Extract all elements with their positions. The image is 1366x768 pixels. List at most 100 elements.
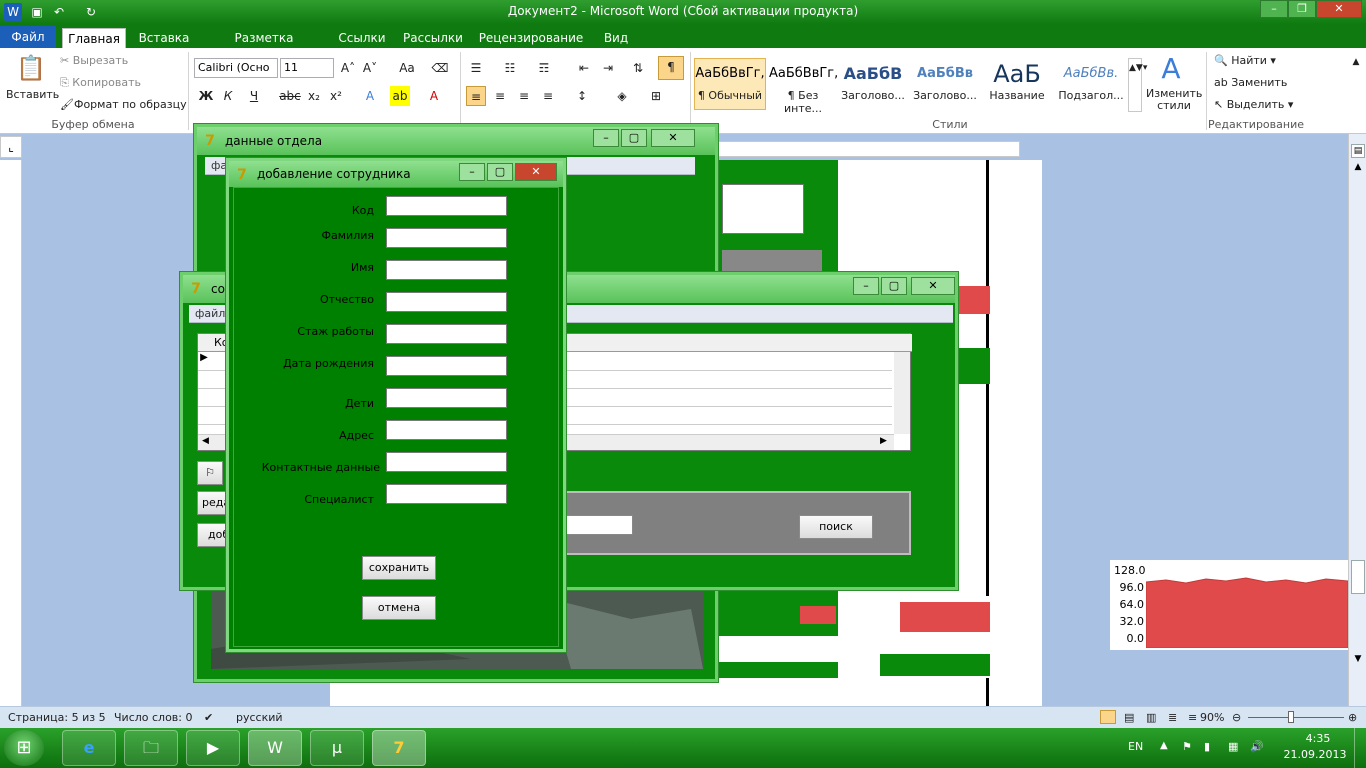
menu-file[interactable]: файл bbox=[195, 307, 225, 320]
search-input[interactable] bbox=[565, 515, 633, 535]
birthdate-input[interactable] bbox=[386, 356, 507, 376]
font-color-icon[interactable]: A bbox=[424, 86, 444, 106]
tab-mailings[interactable]: Рассылки bbox=[400, 28, 466, 48]
maximize-button[interactable]: ▢ bbox=[881, 277, 907, 295]
maximize-button[interactable]: ▢ bbox=[621, 129, 647, 147]
line-spacing-icon[interactable]: ↕ bbox=[572, 86, 592, 106]
close-button[interactable]: ✕ bbox=[911, 277, 955, 295]
row-selector-icon[interactable]: ▶ bbox=[198, 352, 210, 370]
show-desktop-button[interactable] bbox=[1354, 728, 1366, 768]
tray-arrow-icon[interactable]: ▲ bbox=[1160, 740, 1168, 751]
tray-flag-icon[interactable]: ⚑ bbox=[1182, 740, 1192, 753]
shrink-font-icon[interactable]: A˅ bbox=[360, 58, 380, 78]
replace-button[interactable]: ab Заменить bbox=[1214, 76, 1287, 89]
select-button[interactable]: ↖ Выделить ▾ bbox=[1214, 98, 1293, 111]
style-subtitle[interactable]: АаБбВв. Подзагол... bbox=[1054, 58, 1128, 110]
underline-icon[interactable]: Ч bbox=[244, 86, 264, 106]
numbering-icon[interactable]: ☷ bbox=[500, 58, 520, 78]
status-language[interactable]: русский bbox=[236, 711, 283, 724]
proofing-icon[interactable]: ✔ bbox=[204, 711, 213, 724]
vertical-scrollbar[interactable]: ▤ ▲ ▼ bbox=[1348, 134, 1366, 706]
font-size-select[interactable]: 11 bbox=[280, 58, 334, 78]
status-words[interactable]: Число слов: 0 bbox=[114, 711, 193, 724]
change-styles-icon[interactable]: A bbox=[1154, 52, 1188, 86]
maximize-button[interactable]: ❐ bbox=[1288, 0, 1316, 18]
explorer-icon[interactable]: 🗀 bbox=[124, 730, 178, 766]
find-button[interactable]: 🔍 Найти ▾ bbox=[1214, 54, 1276, 67]
zoom-slider[interactable] bbox=[1248, 717, 1344, 718]
align-center-icon[interactable]: ≡ bbox=[490, 86, 510, 106]
format-painter-button[interactable]: 🖌Формат по образцу bbox=[60, 98, 187, 111]
italic-icon[interactable]: К bbox=[218, 86, 238, 106]
start-button[interactable]: ⊞ bbox=[4, 730, 44, 766]
experience-input[interactable] bbox=[386, 324, 507, 344]
code-input[interactable] bbox=[386, 196, 507, 216]
change-styles-button[interactable]: Изменить стили bbox=[1146, 88, 1202, 112]
tab-page-layout[interactable]: Разметка страницы bbox=[204, 28, 324, 65]
style-heading-2[interactable]: АаБбВв Заголово... bbox=[910, 58, 980, 110]
decrease-indent-icon[interactable]: ⇤ bbox=[574, 58, 594, 78]
copy-button[interactable]: ⎘ Копировать bbox=[60, 76, 141, 90]
app-taskbar-icon[interactable]: 7 bbox=[372, 730, 426, 766]
print-layout-icon[interactable] bbox=[1100, 710, 1116, 724]
scroll-up-icon[interactable]: ▲ bbox=[1351, 162, 1365, 176]
zoom-level[interactable]: 90% bbox=[1200, 711, 1224, 724]
minimize-button[interactable]: – bbox=[593, 129, 619, 147]
subscript-icon[interactable]: x₂ bbox=[304, 86, 324, 106]
menu-file[interactable]: фа bbox=[211, 159, 227, 172]
children-input[interactable] bbox=[386, 388, 507, 408]
tab-selector-icon[interactable]: ⌞ bbox=[0, 136, 22, 158]
language-indicator[interactable]: EN bbox=[1128, 740, 1143, 753]
style-heading-1[interactable]: АаБбВ Заголово... bbox=[840, 58, 906, 110]
collapse-ribbon-icon[interactable]: ▲ bbox=[1346, 52, 1366, 72]
tab-view[interactable]: Вид bbox=[596, 28, 636, 48]
align-right-icon[interactable]: ≡ bbox=[514, 86, 534, 106]
close-button[interactable]: ✕ bbox=[1316, 0, 1362, 18]
scroll-down-icon[interactable]: ▼ bbox=[1351, 654, 1365, 668]
tab-references[interactable]: Ссылки bbox=[334, 28, 390, 48]
clear-format-icon[interactable]: ⌫ bbox=[430, 58, 450, 78]
surname-input[interactable] bbox=[386, 228, 507, 248]
draft-icon[interactable]: ≡ bbox=[1188, 711, 1197, 724]
justify-icon[interactable]: ≡ bbox=[538, 86, 558, 106]
shading-icon[interactable]: ◈ bbox=[612, 86, 632, 106]
font-name-select[interactable]: Calibri (Осно bbox=[194, 58, 278, 78]
sort-icon[interactable]: ⇅ bbox=[628, 58, 648, 78]
word-taskbar-icon[interactable]: W bbox=[248, 730, 302, 766]
utorrent-icon[interactable]: µ bbox=[310, 730, 364, 766]
bullets-icon[interactable]: ☰ bbox=[466, 58, 486, 78]
borders-icon[interactable]: ⊞ bbox=[646, 86, 666, 106]
paste-icon[interactable]: 📋 bbox=[16, 52, 46, 84]
show-marks-icon[interactable]: ¶ bbox=[658, 56, 684, 80]
zoom-slider-thumb[interactable] bbox=[1288, 711, 1294, 723]
cancel-button[interactable]: отмена bbox=[362, 596, 436, 620]
styles-scroll-icon[interactable]: ▲▼▾ bbox=[1128, 58, 1147, 112]
reading-view-icon[interactable]: ▤ bbox=[1124, 711, 1134, 724]
multilevel-icon[interactable]: ☶ bbox=[534, 58, 554, 78]
tray-device-icon[interactable]: ▮ bbox=[1204, 740, 1210, 753]
align-left-icon[interactable]: ≡ bbox=[466, 86, 486, 106]
highlight-icon[interactable]: ab bbox=[390, 86, 410, 106]
change-case-icon[interactable]: Aa bbox=[394, 58, 420, 78]
increase-indent-icon[interactable]: ⇥ bbox=[598, 58, 618, 78]
grid-vscroll[interactable] bbox=[894, 352, 910, 434]
grow-font-icon[interactable]: A˄ bbox=[338, 58, 358, 78]
minimize-button[interactable]: – bbox=[459, 163, 485, 181]
media-player-icon[interactable]: ▶ bbox=[186, 730, 240, 766]
search-button[interactable]: поиск bbox=[799, 515, 873, 539]
scroll-thumb[interactable] bbox=[1351, 560, 1365, 594]
name-input[interactable] bbox=[386, 260, 507, 280]
superscript-icon[interactable]: x² bbox=[326, 86, 346, 106]
bold-icon[interactable]: Ж bbox=[196, 86, 216, 106]
scroll-right-icon[interactable]: ▶ bbox=[880, 436, 887, 446]
volume-icon[interactable]: 🔊 bbox=[1250, 740, 1264, 753]
cut-button[interactable]: ✂ Вырезать bbox=[60, 54, 128, 67]
tab-file[interactable]: Файл bbox=[0, 26, 56, 48]
style-title[interactable]: АаБ Название bbox=[982, 58, 1052, 110]
ruler-toggle-icon[interactable]: ▤ bbox=[1351, 144, 1365, 158]
outline-icon[interactable]: ≣ bbox=[1168, 711, 1177, 724]
paste-button[interactable]: Вставить bbox=[6, 88, 59, 101]
status-page[interactable]: Страница: 5 из 5 bbox=[8, 711, 106, 724]
tab-review[interactable]: Рецензирование bbox=[478, 28, 584, 48]
scroll-left-icon[interactable]: ◀ bbox=[202, 436, 209, 446]
